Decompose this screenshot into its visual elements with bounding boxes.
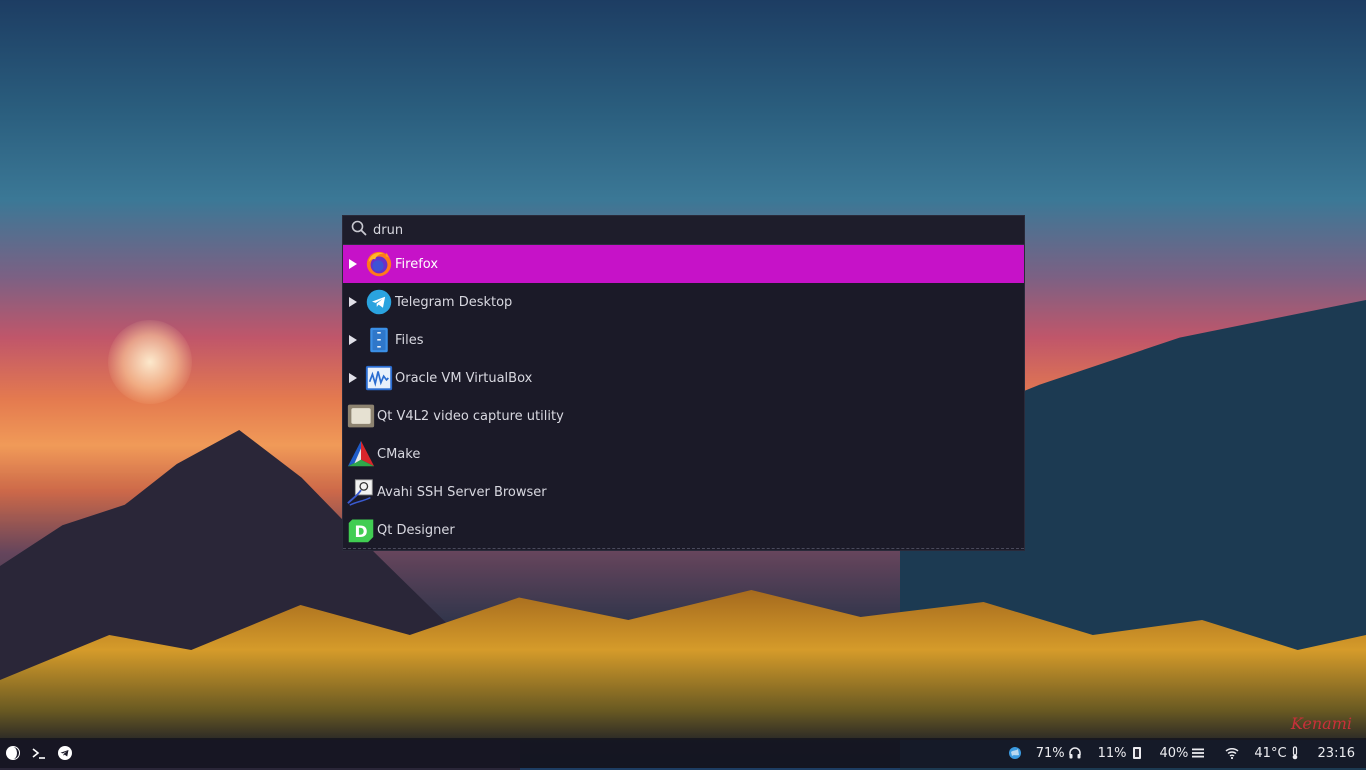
globe-icon [1008, 747, 1021, 759]
tray-volume[interactable]: 71% [1036, 746, 1082, 761]
taskbar-launchers [0, 738, 78, 768]
launcher-entry-label: Avahi SSH Server Browser [377, 484, 547, 500]
expand-arrow-icon[interactable] [343, 335, 363, 345]
launcher-entry-label: Telegram Desktop [395, 294, 513, 310]
files-icon [363, 324, 395, 356]
launcher-entry-cmake[interactable]: CMake [343, 435, 1024, 473]
expand-arrow-icon[interactable] [343, 297, 363, 307]
menu-lines-icon [1192, 748, 1205, 758]
launcher-search-input[interactable] [373, 222, 973, 238]
telegram-icon [363, 286, 395, 318]
tray-temperature[interactable]: 41°C [1254, 746, 1301, 761]
wallpaper-sun [108, 320, 192, 404]
launcher-entry-qt-designer[interactable]: D Qt Designer [343, 511, 1024, 549]
launcher-entry-label: Oracle VM VirtualBox [395, 370, 533, 386]
qt-designer-icon: D [345, 514, 377, 546]
terminal-icon[interactable] [26, 738, 52, 768]
chip-icon [1132, 747, 1141, 759]
app-launcher: Firefox Telegram Desktop [342, 215, 1025, 551]
volume-value: 71% [1035, 745, 1065, 761]
list-end-divider [343, 548, 1024, 549]
tray-app-indicator[interactable] [1005, 746, 1022, 760]
launcher-entry-files[interactable]: Files [343, 321, 1024, 359]
expand-arrow-icon[interactable] [343, 259, 363, 269]
launcher-entry-firefox[interactable]: Firefox [343, 245, 1024, 283]
expand-arrow-icon[interactable] [343, 373, 363, 383]
launcher-entry-list: Firefox Telegram Desktop Files Oracle VM… [343, 245, 1024, 549]
svg-text:D: D [354, 522, 367, 541]
virtualbox-icon [363, 362, 395, 394]
search-icon [351, 220, 367, 240]
clock[interactable]: 23:16 [1318, 746, 1355, 761]
temperature-value: 41°C [1254, 745, 1287, 761]
launcher-entry-qt-v4l2[interactable]: Qt V4L2 video capture utility [343, 397, 1024, 435]
wallpaper-signature: Kenami [1290, 714, 1352, 733]
launcher-entry-label: Files [395, 332, 424, 348]
system-tray: 71% 11% 40% 41°C 23:16 [1005, 738, 1366, 768]
tray-cpu[interactable]: 11% [1098, 746, 1144, 761]
memory-value: 40% [1159, 745, 1189, 761]
app-menu-icon[interactable] [0, 738, 26, 768]
cpu-value: 11% [1097, 745, 1127, 761]
telegram-icon[interactable] [52, 738, 78, 768]
headphones-icon [1068, 747, 1081, 759]
firefox-icon [363, 248, 395, 280]
launcher-search-bar[interactable] [343, 216, 1024, 245]
tray-memory[interactable]: 40% [1160, 746, 1206, 761]
launcher-entry-label: Qt Designer [377, 522, 455, 538]
launcher-entry-virtualbox[interactable]: Oracle VM VirtualBox [343, 359, 1024, 397]
cmake-icon [345, 438, 377, 470]
video-capture-icon [345, 400, 377, 432]
launcher-entry-telegram-desktop[interactable]: Telegram Desktop [343, 283, 1024, 321]
launcher-entry-avahi-ssh[interactable]: Avahi SSH Server Browser [343, 473, 1024, 511]
launcher-entry-label: CMake [377, 446, 421, 462]
tray-wifi[interactable] [1221, 746, 1240, 760]
taskbar: 71% 11% 40% 41°C 23:16 [0, 738, 1366, 768]
thermometer-icon [1292, 746, 1297, 760]
avahi-icon [345, 476, 377, 508]
launcher-entry-label: Firefox [395, 256, 439, 272]
launcher-entry-label: Qt V4L2 video capture utility [377, 408, 564, 424]
wifi-icon [1225, 747, 1239, 760]
